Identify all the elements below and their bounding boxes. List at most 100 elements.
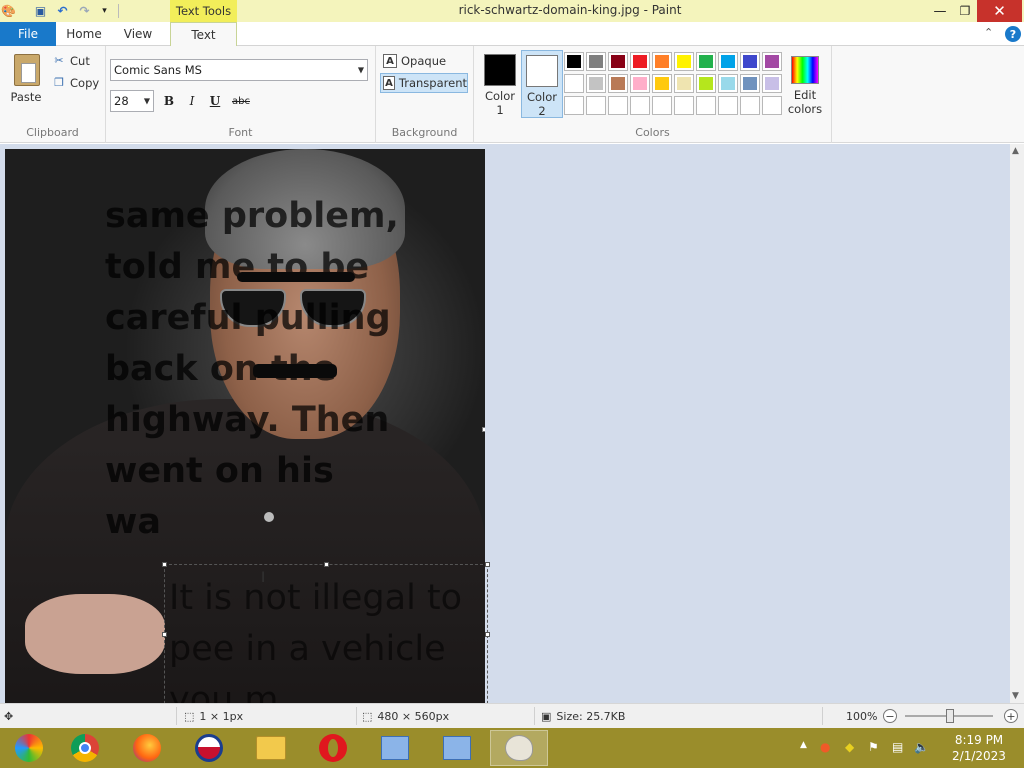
image-text-line: wa [105, 502, 161, 542]
textbox-handle-right[interactable] [485, 632, 490, 637]
scribble-mark [253, 364, 337, 378]
palette-color-swatch[interactable] [564, 52, 584, 71]
paint-app-icon[interactable]: 🎨 [0, 2, 17, 19]
redo-icon[interactable]: ↷ [76, 2, 93, 19]
palette-color-swatch[interactable] [586, 52, 606, 71]
palette-color-swatch[interactable] [630, 52, 650, 71]
font-size-dropdown[interactable]: 28 ▼ [110, 90, 154, 112]
palette-color-swatch[interactable] [586, 96, 606, 115]
italic-button[interactable]: I [183, 92, 201, 110]
canvas-resize-handle[interactable] [482, 427, 485, 432]
palette-swatch-fill [721, 99, 735, 112]
taskbar-app-firefox[interactable] [118, 730, 176, 766]
scroll-up-icon[interactable]: ▲ [1012, 146, 1019, 156]
action-center-flag-icon[interactable]: ⚑ [868, 740, 879, 754]
palette-color-swatch[interactable] [762, 74, 782, 93]
undo-icon[interactable]: ↶ [54, 2, 71, 19]
tray-app-icon[interactable]: ● [820, 740, 830, 754]
palette-color-swatch[interactable] [740, 74, 760, 93]
color2-button[interactable]: Color 2 [521, 50, 563, 118]
opaque-button[interactable]: A Opaque [381, 51, 469, 71]
zoom-out-button[interactable]: − [883, 709, 897, 723]
maximize-button[interactable]: ❐ [953, 0, 977, 22]
tab-text[interactable]: Text [170, 22, 237, 47]
taskbar-app-picasa[interactable] [0, 730, 58, 766]
paste-button[interactable]: Paste [6, 90, 46, 104]
show-hidden-icons-icon[interactable]: ▲ [800, 740, 807, 750]
text-box-selection[interactable]: It is not illegal to pee in a vehicle yo… [162, 562, 490, 703]
network-icon[interactable]: ▤ [892, 740, 903, 754]
textbox-handle-top-left[interactable] [162, 562, 167, 567]
tab-home[interactable]: Home [60, 22, 108, 46]
close-button[interactable]: ✕ [977, 0, 1022, 22]
tab-file[interactable]: File [0, 22, 56, 46]
cut-label: Cut [70, 54, 90, 68]
system-clock[interactable]: 8:19 PM 2/1/2023 [940, 732, 1018, 764]
help-icon[interactable]: ? [1005, 26, 1021, 42]
zoom-in-button[interactable]: + [1004, 709, 1018, 723]
copy-button[interactable]: ❐ Copy [52, 76, 99, 90]
textbox-handle-top[interactable] [324, 562, 329, 567]
palette-color-swatch[interactable] [652, 52, 672, 71]
underline-button[interactable]: U [206, 92, 224, 110]
vertical-scrollbar[interactable]: ▲ ▼ [1010, 144, 1024, 703]
bold-button[interactable]: B [160, 92, 178, 110]
palette-color-swatch[interactable] [718, 74, 738, 93]
save-icon[interactable]: ▣ [32, 2, 49, 19]
transparent-button[interactable]: A Transparent [380, 73, 468, 93]
palette-color-swatch[interactable] [630, 96, 650, 115]
color1-button[interactable]: Color 1 [479, 50, 521, 118]
canvas-area[interactable]: same problem, told me to be careful pull… [0, 144, 1010, 703]
textbox-handle-top-right[interactable] [485, 562, 490, 567]
paste-icon[interactable] [14, 54, 40, 86]
palette-color-swatch[interactable] [740, 52, 760, 71]
minimize-ribbon-icon[interactable]: ⌃ [984, 26, 993, 39]
palette-color-swatch[interactable] [674, 52, 694, 71]
palette-color-swatch[interactable] [630, 74, 650, 93]
palette-color-swatch[interactable] [608, 96, 628, 115]
palette-swatch-fill [589, 99, 603, 112]
customize-quick-access-icon[interactable]: ▾ [96, 2, 113, 19]
strikethrough-button[interactable]: abc [230, 92, 252, 110]
palette-color-swatch[interactable] [718, 96, 738, 115]
palette-color-swatch[interactable] [718, 52, 738, 71]
taskbar-app-network-1[interactable] [366, 730, 424, 766]
cut-button[interactable]: ✂ Cut [52, 54, 90, 68]
palette-color-swatch[interactable] [674, 96, 694, 115]
palette-color-swatch[interactable] [564, 74, 584, 93]
minimize-button[interactable]: — [928, 0, 952, 22]
palette-color-swatch[interactable] [696, 96, 716, 115]
edit-colors-button[interactable]: Edit colors [784, 50, 826, 118]
taskbar-app-network-2[interactable] [428, 730, 486, 766]
palette-color-swatch[interactable] [740, 96, 760, 115]
text-box-content[interactable]: It is not illegal to pee in a vehicle yo… [169, 573, 462, 703]
palette-color-swatch[interactable] [608, 52, 628, 71]
taskbar-app-chrome[interactable] [56, 730, 114, 766]
palette-swatch-fill [633, 77, 647, 90]
palette-color-swatch[interactable] [564, 96, 584, 115]
palette-color-swatch[interactable] [696, 74, 716, 93]
palette-color-swatch[interactable] [762, 52, 782, 71]
palette-color-swatch[interactable] [696, 52, 716, 71]
palette-color-swatch[interactable] [652, 96, 672, 115]
palette-swatch-fill [677, 55, 691, 68]
font-family-dropdown[interactable]: Comic Sans MS ▼ [110, 59, 368, 81]
scroll-down-icon[interactable]: ▼ [1012, 691, 1019, 701]
palette-color-swatch[interactable] [762, 96, 782, 115]
palette-swatch-fill [611, 77, 625, 90]
volume-icon[interactable]: 🔈 [914, 740, 929, 754]
palette-color-swatch[interactable] [674, 74, 694, 93]
zoom-slider-thumb[interactable] [946, 709, 954, 723]
taskbar-app-paint[interactable] [490, 730, 548, 766]
textbox-handle-left[interactable] [162, 632, 167, 637]
palette-color-swatch[interactable] [652, 74, 672, 93]
palette-color-swatch[interactable] [608, 74, 628, 93]
palette-color-swatch[interactable] [586, 74, 606, 93]
tray-app-icon[interactable]: ◆ [845, 740, 854, 754]
clock-date: 2/1/2023 [952, 749, 1006, 763]
taskbar-app-opera[interactable] [304, 730, 362, 766]
background-group: A Opaque A Transparent Background [376, 46, 474, 143]
tab-view[interactable]: View [114, 22, 162, 46]
taskbar-app-file-explorer[interactable] [242, 730, 300, 766]
taskbar-app-obama[interactable] [180, 730, 238, 766]
